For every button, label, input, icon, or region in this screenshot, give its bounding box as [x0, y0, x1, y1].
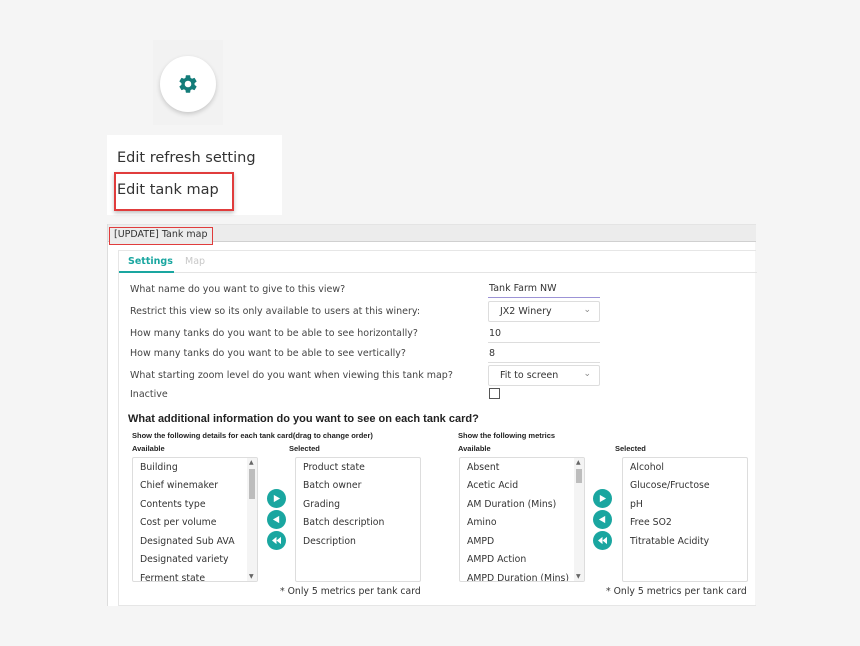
play-left-icon [272, 515, 280, 524]
list-item[interactable]: Amino [467, 517, 497, 528]
zoom-level-select[interactable]: Fit to screen ⌄ [488, 365, 600, 386]
scroll-down-icon[interactable]: ▼ [576, 573, 581, 580]
metrics-selected-list[interactable]: Alcohol Glucose/Fructose pH Free SO2 Tit… [622, 457, 748, 582]
details-selected-list[interactable]: Product state Batch owner Grading Batch … [295, 457, 421, 582]
play-left-icon [598, 515, 606, 524]
settings-gear-button[interactable] [160, 56, 216, 112]
inactive-checkbox[interactable] [489, 388, 500, 399]
list-item[interactable]: Contents type [140, 499, 206, 510]
metrics-available-label: Available [458, 444, 491, 453]
details-limit-note: * Only 5 metrics per tank card [280, 586, 421, 597]
list-item[interactable]: Acetic Acid [467, 480, 518, 491]
tab-settings[interactable]: Settings [128, 256, 173, 267]
scrollbar[interactable]: ▲ ▼ [247, 458, 257, 581]
list-item[interactable]: Free SO2 [630, 517, 672, 528]
chevron-down-icon: ⌄ [583, 305, 591, 315]
list-item[interactable]: Glucose/Fructose [630, 480, 710, 491]
list-item[interactable]: Description [303, 536, 356, 547]
dialog-title-bar: [UPDATE] Tank map [108, 224, 756, 245]
list-item[interactable]: Absent [467, 462, 499, 473]
move-right-button[interactable] [267, 489, 286, 508]
details-available-list[interactable]: Building Chief winemaker Contents type C… [132, 457, 258, 582]
metrics-heading: Show the following metrics [458, 431, 556, 440]
tab-map[interactable]: Map [185, 256, 205, 267]
zoom-level-select-value: Fit to screen [500, 370, 559, 381]
metrics-move-right-button[interactable] [593, 489, 612, 508]
list-item[interactable]: Ferment state [140, 573, 205, 581]
scroll-down-icon[interactable]: ▼ [249, 573, 254, 580]
list-item[interactable]: AMPD Duration (Mins) [467, 573, 569, 581]
metrics-available-list[interactable]: Absent Acetic Acid AM Duration (Mins) Am… [459, 457, 585, 582]
list-item[interactable]: pH [630, 499, 643, 510]
chevron-down-icon: ⌄ [583, 369, 591, 379]
metrics-move-left-button[interactable] [593, 510, 612, 529]
horizontal-tanks-input[interactable]: 10 [488, 328, 600, 343]
view-name-label: What name do you want to give to this vi… [130, 284, 346, 295]
list-item[interactable]: Chief winemaker [140, 480, 218, 491]
additional-info-heading: What additional information do you want … [128, 413, 479, 425]
play-right-icon [599, 494, 607, 503]
update-tank-map-dialog: [UPDATE] Tank map Settings Map What name… [107, 224, 757, 606]
list-item[interactable]: Titratable Acidity [630, 536, 709, 547]
horizontal-tanks-label: How many tanks do you want to be able to… [130, 328, 418, 339]
list-item[interactable]: Batch owner [303, 480, 361, 491]
inactive-label: Inactive [130, 389, 168, 400]
list-item[interactable]: AM Duration (Mins) [467, 499, 556, 510]
list-item[interactable]: Building [140, 462, 178, 473]
list-item[interactable]: Grading [303, 499, 340, 510]
settings-menu: Edit refresh setting Edit tank map [107, 135, 282, 215]
view-name-input[interactable]: Tank Farm NW [488, 283, 600, 298]
list-item[interactable]: Product state [303, 462, 365, 473]
metrics-limit-note: * Only 5 metrics per tank card [606, 586, 747, 597]
list-item[interactable]: Designated variety [140, 554, 229, 565]
metrics-move-all-left-button[interactable] [593, 531, 612, 550]
settings-panel: Settings Map What name do you want to gi… [118, 250, 757, 606]
scrollbar[interactable]: ▲ ▼ [574, 458, 584, 581]
vertical-tanks-input[interactable]: 8 [488, 348, 600, 363]
list-item[interactable]: Cost per volume [140, 517, 216, 528]
menu-item-edit-refresh-setting[interactable]: Edit refresh setting [117, 150, 256, 166]
tab-bar: Settings Map [119, 251, 757, 273]
details-selected-label: Selected [289, 444, 320, 453]
scrollbar-thumb[interactable] [249, 469, 255, 499]
list-item[interactable]: Alcohol [630, 462, 664, 473]
list-item[interactable]: Designated Sub AVA [140, 536, 235, 547]
winery-label: Restrict this view so its only available… [130, 306, 421, 317]
dialog-title: [UPDATE] Tank map [109, 227, 213, 245]
gear-icon [179, 75, 197, 93]
play-right-icon [273, 494, 281, 503]
list-item[interactable]: AMPD [467, 536, 494, 547]
list-item[interactable]: Batch description [303, 517, 384, 528]
scroll-up-icon[interactable]: ▲ [576, 459, 581, 466]
winery-select-value: JX2 Winery [500, 306, 552, 317]
active-tab-indicator [119, 271, 174, 273]
winery-select[interactable]: JX2 Winery ⌄ [488, 301, 600, 322]
list-item[interactable]: AMPD Action [467, 554, 526, 565]
vertical-tanks-label: How many tanks do you want to be able to… [130, 348, 406, 359]
metrics-selected-label: Selected [615, 444, 646, 453]
rewind-icon [272, 536, 281, 545]
details-heading: Show the following details for each tank… [132, 431, 373, 440]
zoom-level-label: What starting zoom level do you want whe… [130, 370, 453, 381]
scroll-up-icon[interactable]: ▲ [249, 459, 254, 466]
menu-item-edit-tank-map[interactable]: Edit tank map [117, 182, 219, 198]
details-available-label: Available [132, 444, 165, 453]
rewind-icon [598, 536, 607, 545]
move-all-left-button[interactable] [267, 531, 286, 550]
scrollbar-thumb[interactable] [576, 469, 582, 483]
move-left-button[interactable] [267, 510, 286, 529]
